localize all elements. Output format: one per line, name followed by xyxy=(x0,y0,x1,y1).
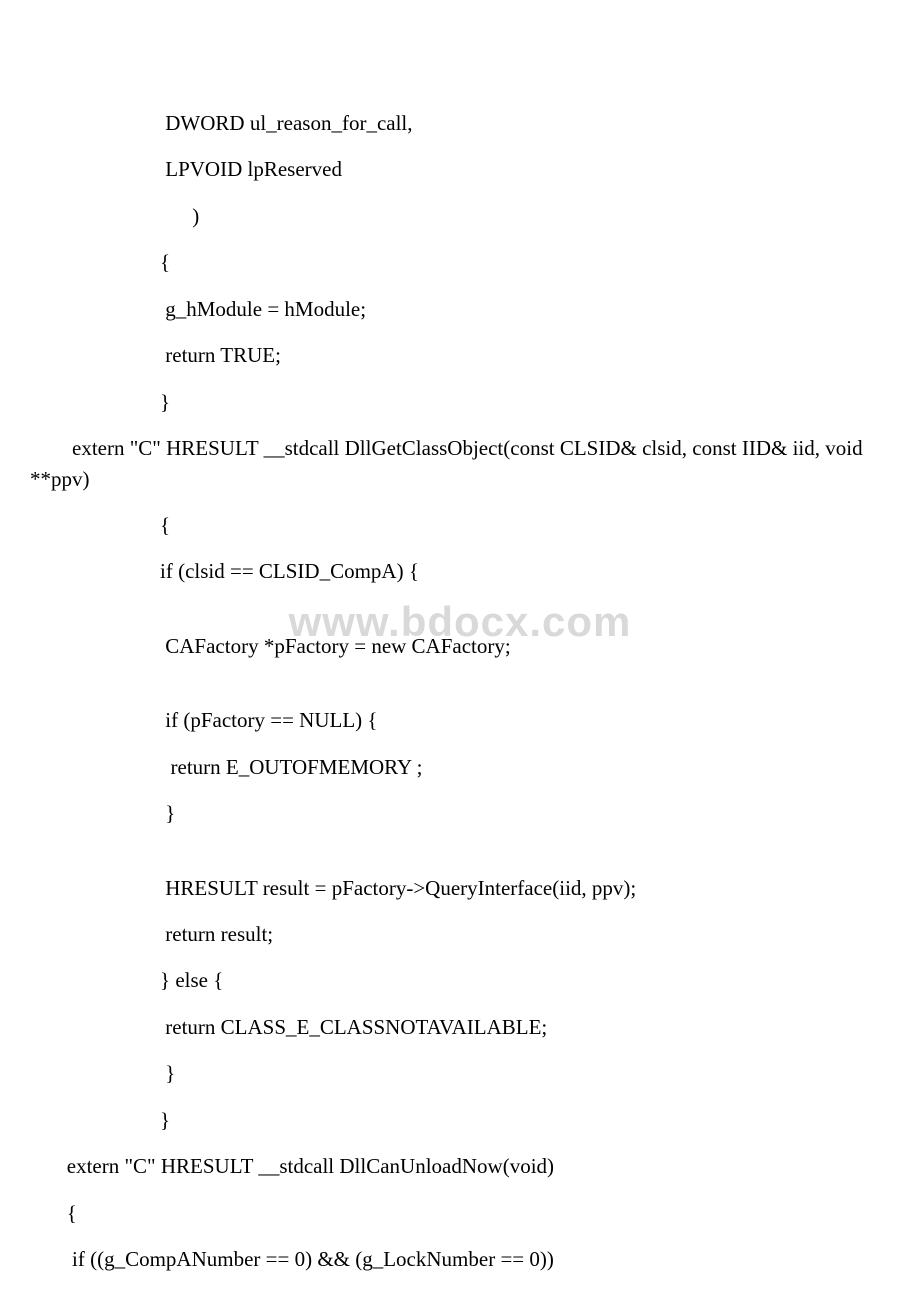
code-line: { xyxy=(30,1198,890,1228)
code-line: DWORD ul_reason_for_call, xyxy=(30,108,890,138)
blank-line xyxy=(30,845,890,873)
code-line: } xyxy=(30,1105,890,1135)
blank-line xyxy=(30,603,890,631)
code-line: g_hModule = hModule; xyxy=(30,294,890,324)
code-line: extern "C" HRESULT __stdcall DllCanUnloa… xyxy=(30,1151,890,1181)
code-line: LPVOID lpReserved xyxy=(30,154,890,184)
code-line: if (clsid == CLSID_CompA) { xyxy=(30,556,890,586)
blank-line xyxy=(30,677,890,705)
code-line: CAFactory *pFactory = new CAFactory; xyxy=(30,631,890,661)
code-line: } xyxy=(30,1058,890,1088)
code-content: DWORD ul_reason_for_call, LPVOID lpReser… xyxy=(0,108,920,1275)
code-line: ) xyxy=(30,201,890,231)
code-line: extern "C" HRESULT __stdcall DllGetClass… xyxy=(30,433,890,494)
code-line: HRESULT result = pFactory->QueryInterfac… xyxy=(30,873,890,903)
code-line: { xyxy=(30,247,890,277)
code-line: if ((g_CompANumber == 0) && (g_LockNumbe… xyxy=(30,1244,890,1274)
code-line: return CLASS_E_CLASSNOTAVAILABLE; xyxy=(30,1012,890,1042)
code-line: } xyxy=(30,798,890,828)
code-line: return result; xyxy=(30,919,890,949)
code-line: return E_OUTOFMEMORY ; xyxy=(30,752,890,782)
code-line: { xyxy=(30,510,890,540)
code-line: } xyxy=(30,387,890,417)
code-line: } else { xyxy=(30,965,890,995)
code-line: return TRUE; xyxy=(30,340,890,370)
code-line: if (pFactory == NULL) { xyxy=(30,705,890,735)
